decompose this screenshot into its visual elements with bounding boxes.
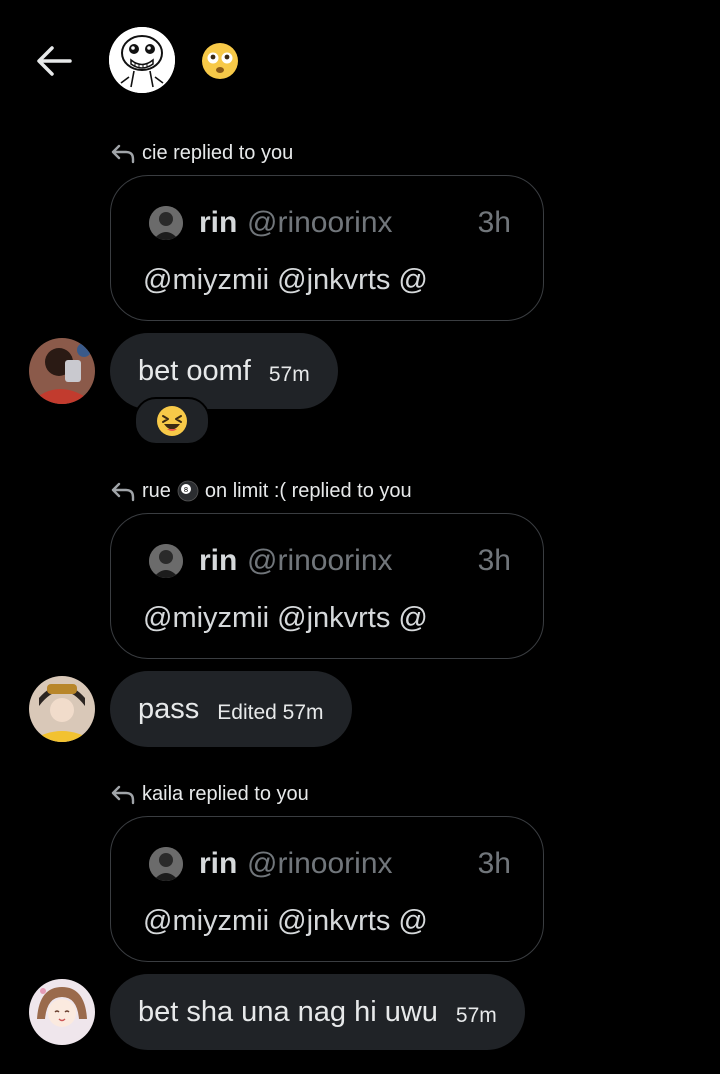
message-text: bet oomf xyxy=(138,354,251,387)
reply-context-label: kaila replied to you xyxy=(110,781,309,807)
group-avatar[interactable] xyxy=(109,27,175,93)
conversation-header xyxy=(0,0,720,120)
meme-face-avatar-icon xyxy=(109,27,175,93)
message-timestamp: Edited 57m xyxy=(217,701,324,724)
sender-avatar[interactable] xyxy=(29,338,95,404)
quoted-author-handle: @rinoorinx xyxy=(247,206,393,239)
reply-context-label: rue 8 on limit :( replied to you xyxy=(110,478,412,504)
quoted-author-handle: @rinoorinx xyxy=(247,544,393,577)
quoted-timestamp: 3h xyxy=(477,847,511,880)
quoted-author-name: rin xyxy=(199,544,238,577)
replier-name: rue xyxy=(142,479,171,502)
message-bubble[interactable]: pass Edited 57m xyxy=(110,671,352,747)
quoted-author-avatar xyxy=(149,206,183,240)
quoted-message-card[interactable]: rin @rinoorinx 3h @miyzmii @jnkvrts @ xyxy=(110,175,544,321)
message-text: pass xyxy=(138,692,200,725)
quoted-text: @miyzmii @jnkvrts @ xyxy=(143,905,428,937)
reply-arrow-icon xyxy=(111,482,135,502)
message-bubble[interactable]: bet sha una nag hi uwu 57m xyxy=(110,974,525,1050)
message-row: bet sha una nag hi uwu 57m xyxy=(0,974,720,1050)
quoted-message-card[interactable]: rin @rinoorinx 3h @miyzmii @jnkvrts @ xyxy=(110,816,544,962)
quoted-text: @miyzmii @jnkvrts @ xyxy=(143,602,428,634)
message-bubble[interactable]: bet oomf 57m xyxy=(110,333,338,409)
arrow-left-icon xyxy=(37,46,72,76)
reply-arrow-icon xyxy=(111,785,135,805)
quoted-author-avatar xyxy=(149,847,183,881)
back-button[interactable] xyxy=(34,41,74,81)
reaction-badge[interactable] xyxy=(134,397,210,445)
sender-avatar[interactable] xyxy=(29,979,95,1045)
message-row: bet oomf 57m xyxy=(0,333,720,409)
message-timestamp: 57m xyxy=(455,1004,497,1027)
sender-avatar[interactable] xyxy=(29,676,95,742)
reply-arrow-icon xyxy=(111,144,135,164)
message-timestamp: 57m xyxy=(268,363,310,386)
8-ball-emoji: 8 xyxy=(177,480,199,502)
message-text: bet sha una nag hi uwu xyxy=(138,995,438,1028)
message-row: pass Edited 57m xyxy=(0,671,720,747)
flushed-face-emoji xyxy=(200,41,240,81)
quoted-timestamp: 3h xyxy=(477,206,511,239)
quoted-author-name: rin xyxy=(199,847,238,880)
reply-context-label: cie replied to you xyxy=(110,140,293,166)
laughing-squint-emoji xyxy=(157,406,187,436)
svg-text:8: 8 xyxy=(184,486,188,494)
quoted-message-card[interactable]: rin @rinoorinx 3h @miyzmii @jnkvrts @ xyxy=(110,513,544,659)
reply-context-text: kaila replied to you xyxy=(142,782,309,805)
quoted-author-avatar xyxy=(149,544,183,578)
reply-context-text: cie replied to you xyxy=(142,141,294,164)
quoted-author-name: rin xyxy=(199,206,238,239)
quoted-timestamp: 3h xyxy=(477,544,511,577)
reply-context-suffix: on limit :( replied to you xyxy=(204,479,412,502)
quoted-text: @miyzmii @jnkvrts @ xyxy=(143,264,428,296)
quoted-author-handle: @rinoorinx xyxy=(247,847,393,880)
